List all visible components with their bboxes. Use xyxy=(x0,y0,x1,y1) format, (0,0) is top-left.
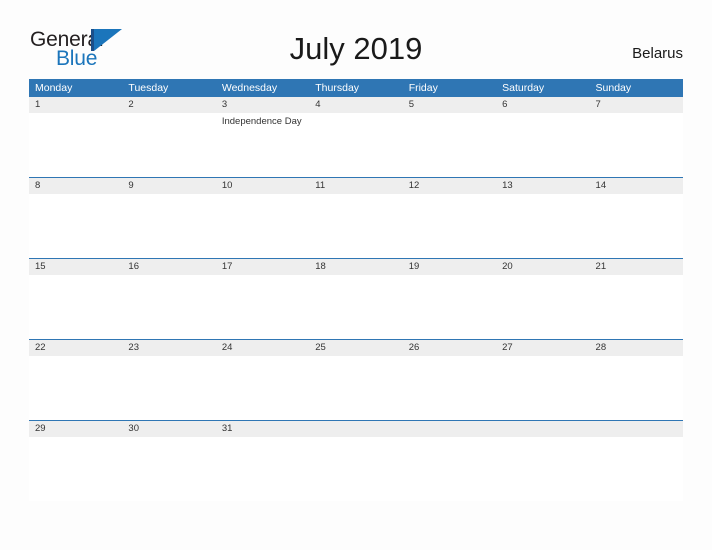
day-number[interactable]: 27 xyxy=(496,340,589,356)
day-event xyxy=(403,356,496,420)
day-number[interactable]: 10 xyxy=(216,178,309,194)
weekday-header-friday: Friday xyxy=(408,82,438,94)
day-event xyxy=(496,437,589,501)
day-number-empty xyxy=(496,421,589,437)
weekday-header-monday: Monday xyxy=(35,82,73,94)
weekday-header-row: Monday Tuesday Wednesday Thursday Friday… xyxy=(29,79,683,97)
day-number-empty xyxy=(309,421,402,437)
day-event xyxy=(309,275,402,339)
day-event: Independence Day xyxy=(221,116,302,127)
week-row: 1 2 3 4 5 6 7 Independence Day xyxy=(29,97,683,177)
day-event xyxy=(216,275,309,339)
day-event xyxy=(29,194,122,258)
week-row: 8 9 10 11 12 13 14 xyxy=(29,177,683,258)
calendar-grid: Monday Tuesday Wednesday Thursday Friday… xyxy=(29,79,683,501)
day-event xyxy=(309,194,402,258)
week-dates-band: 29 30 31 xyxy=(29,421,683,437)
day-number[interactable]: 9 xyxy=(122,178,215,194)
day-number[interactable]: 18 xyxy=(309,259,402,275)
weekday-header-wednesday: Wednesday xyxy=(221,82,278,94)
day-event xyxy=(590,275,683,339)
day-event xyxy=(496,275,589,339)
day-number[interactable]: 20 xyxy=(496,259,589,275)
day-event xyxy=(216,356,309,420)
day-number[interactable]: 15 xyxy=(29,259,122,275)
day-event xyxy=(403,194,496,258)
day-number[interactable]: 5 xyxy=(403,97,496,113)
week-dates-band: 1 2 3 4 5 6 7 xyxy=(29,97,683,113)
day-event xyxy=(29,113,122,177)
day-number[interactable]: 7 xyxy=(590,97,683,113)
day-number[interactable]: 29 xyxy=(29,421,122,437)
day-event xyxy=(122,194,215,258)
day-event xyxy=(496,356,589,420)
week-dates-band: 15 16 17 18 19 20 21 xyxy=(29,259,683,275)
day-number[interactable]: 6 xyxy=(496,97,589,113)
day-event xyxy=(496,113,589,177)
day-number[interactable]: 13 xyxy=(496,178,589,194)
day-number[interactable]: 11 xyxy=(309,178,402,194)
day-number[interactable]: 8 xyxy=(29,178,122,194)
week-row: 29 30 31 xyxy=(29,420,683,501)
day-number[interactable]: 4 xyxy=(309,97,402,113)
day-event xyxy=(590,194,683,258)
weekday-header-sunday: Sunday xyxy=(595,82,632,94)
day-event xyxy=(309,113,402,177)
day-number[interactable]: 21 xyxy=(590,259,683,275)
day-number[interactable]: 26 xyxy=(403,340,496,356)
day-number[interactable]: 3 xyxy=(216,97,309,113)
day-number[interactable]: 16 xyxy=(122,259,215,275)
day-event xyxy=(29,356,122,420)
day-event xyxy=(590,113,683,177)
weekday-header-thursday: Thursday xyxy=(315,82,360,94)
day-number[interactable]: 12 xyxy=(403,178,496,194)
day-event xyxy=(403,275,496,339)
week-row: 22 23 24 25 26 27 28 xyxy=(29,339,683,420)
day-event xyxy=(29,275,122,339)
day-event xyxy=(309,437,402,501)
day-number[interactable]: 19 xyxy=(403,259,496,275)
day-number[interactable]: 28 xyxy=(590,340,683,356)
day-number[interactable]: 25 xyxy=(309,340,402,356)
country-label: Belarus xyxy=(632,45,683,62)
week-events-band xyxy=(29,437,683,501)
day-number[interactable]: 23 xyxy=(122,340,215,356)
week-events-band xyxy=(29,356,683,420)
week-dates-band: 22 23 24 25 26 27 28 xyxy=(29,340,683,356)
day-number[interactable]: 31 xyxy=(216,421,309,437)
day-number[interactable]: 30 xyxy=(122,421,215,437)
day-number[interactable]: 2 xyxy=(122,97,215,113)
day-event xyxy=(216,437,309,501)
page-title: July 2019 xyxy=(289,31,423,66)
day-number[interactable]: 22 xyxy=(29,340,122,356)
day-event xyxy=(403,437,496,501)
week-dates-band: 8 9 10 11 12 13 14 xyxy=(29,178,683,194)
day-event xyxy=(590,356,683,420)
day-number[interactable]: 17 xyxy=(216,259,309,275)
day-number[interactable]: 24 xyxy=(216,340,309,356)
weekday-header-saturday: Saturday xyxy=(502,82,545,94)
day-number[interactable]: 14 xyxy=(590,178,683,194)
day-event xyxy=(122,113,215,177)
week-row: 15 16 17 18 19 20 21 xyxy=(29,258,683,339)
week-events-band: Independence Day xyxy=(29,113,683,177)
day-event xyxy=(309,356,402,420)
day-event xyxy=(122,275,215,339)
day-number-empty xyxy=(590,421,683,437)
week-events-band xyxy=(29,194,683,258)
page-header: General Blue July 2019 Belarus xyxy=(0,0,712,78)
day-event xyxy=(496,194,589,258)
day-event xyxy=(122,356,215,420)
day-event xyxy=(403,113,496,177)
day-number[interactable]: 1 xyxy=(29,97,122,113)
week-events-band xyxy=(29,275,683,339)
day-event xyxy=(29,437,122,501)
weekday-header-tuesday: Tuesday xyxy=(128,82,169,94)
day-event xyxy=(216,194,309,258)
day-number-empty xyxy=(403,421,496,437)
day-event xyxy=(122,437,215,501)
day-event xyxy=(590,437,683,501)
